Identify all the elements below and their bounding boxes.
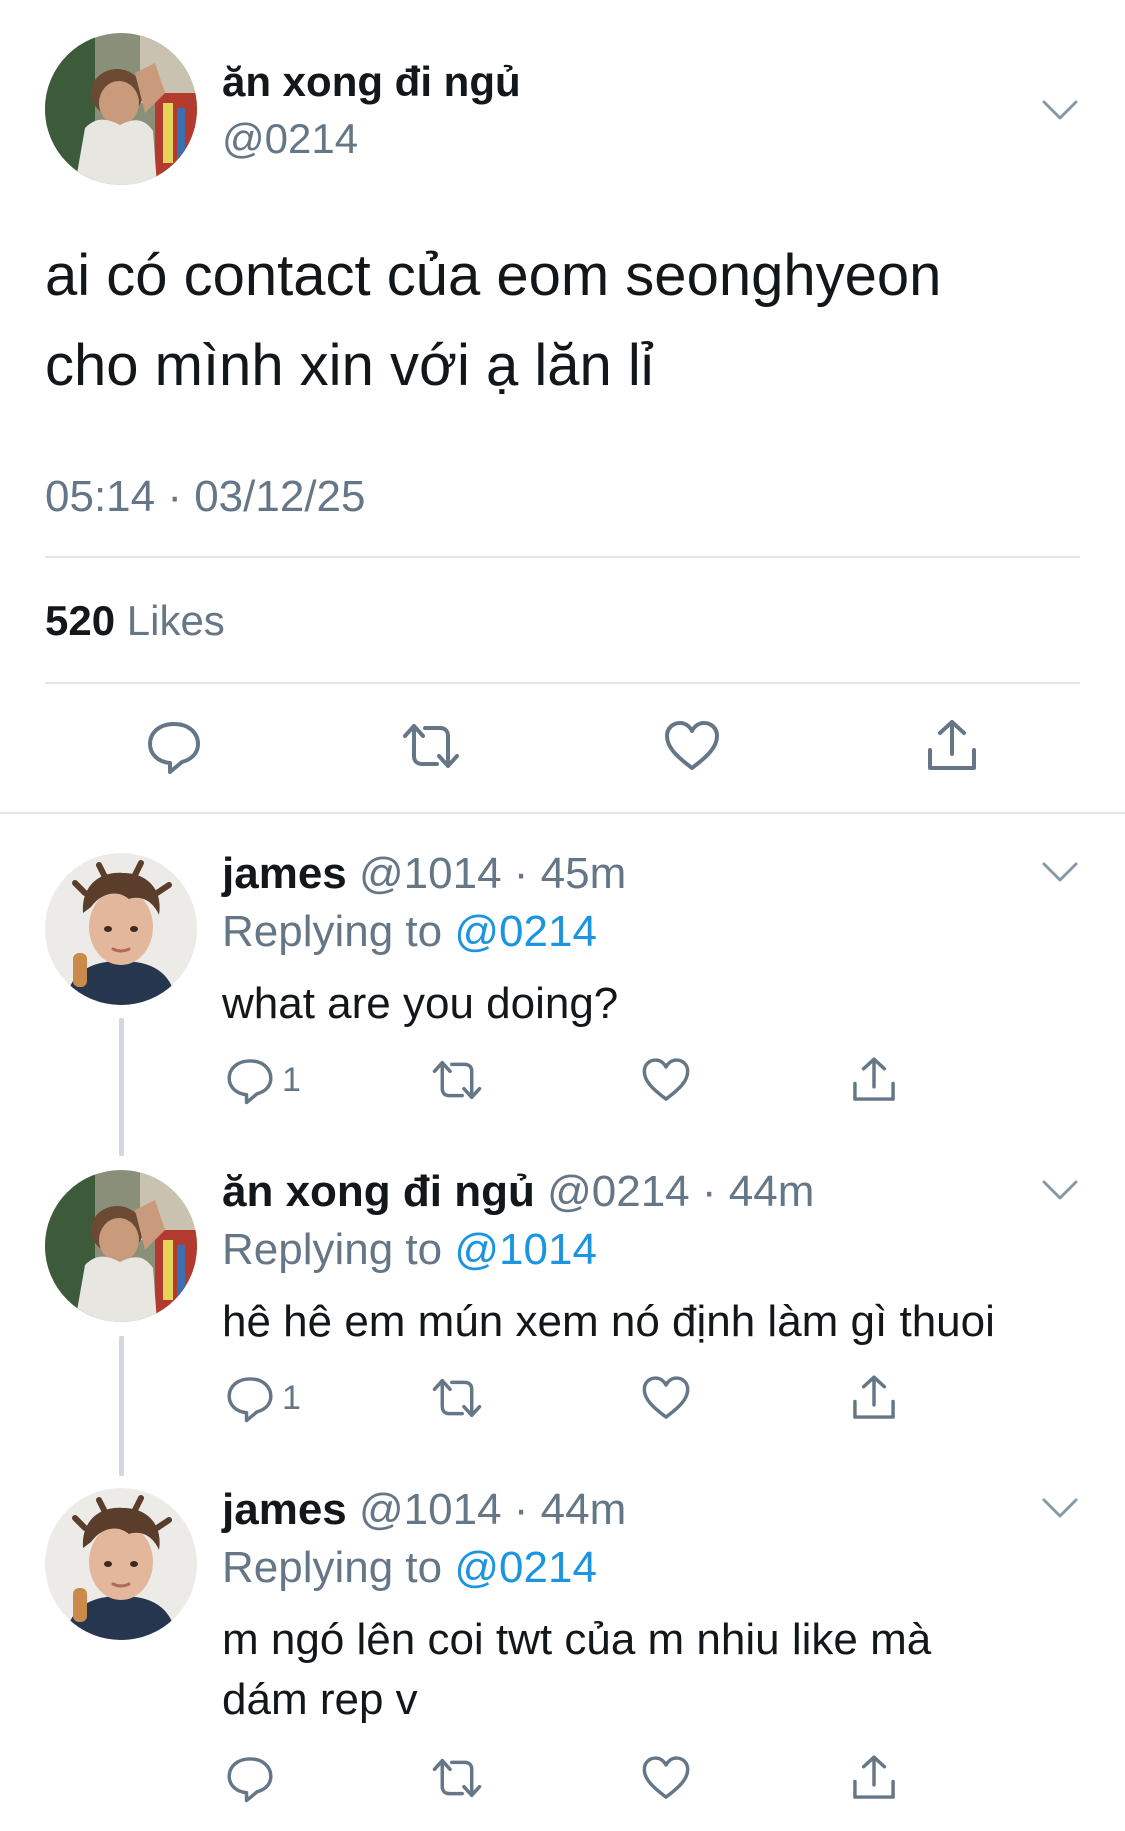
reply-text-line-1: m ngó lên coi twt của m nhiu like mà (222, 1615, 932, 1664)
main-tweet-timestamp[interactable]: 05:14 · 03/12/25 (45, 470, 365, 524)
thread-line (119, 1018, 124, 1156)
replying-to: Replying to @1014 (222, 1222, 597, 1278)
chevron-down-icon[interactable] (1040, 1494, 1080, 1522)
reply-count: 1 (282, 1060, 301, 1099)
divider (45, 682, 1080, 684)
replying-to-link[interactable]: @0214 (454, 1543, 597, 1592)
main-tweet-display-name[interactable]: ăn xong đi ngủ (222, 56, 521, 108)
chevron-down-icon[interactable] (1040, 858, 1080, 886)
main-retweet-button[interactable] (398, 716, 464, 776)
share-icon (922, 716, 982, 776)
heart-icon (640, 1752, 692, 1804)
retweet-icon (428, 1372, 486, 1424)
likes-stat[interactable]: 520 Likes (45, 595, 225, 647)
reply-avatar[interactable] (45, 853, 197, 1005)
retweet-icon (428, 1054, 486, 1106)
reply-header: ăn xong đi ngủ @0214 · 44m (222, 1164, 814, 1220)
replying-label: Replying to (222, 1543, 443, 1592)
reply-button[interactable]: 1 (224, 1372, 301, 1424)
likes-count: 520 (45, 597, 116, 644)
reply-icon (144, 716, 204, 776)
replying-to-link[interactable]: @1014 (454, 1225, 597, 1274)
avatar-image (45, 1488, 197, 1640)
reply-text: hê hê em mún xem nó định làm gì thuoi (222, 1297, 995, 1346)
like-button[interactable] (640, 1054, 692, 1106)
reply-time: · 45m (513, 849, 627, 898)
avatar-image (45, 853, 197, 1005)
replying-to: Replying to @0214 (222, 904, 597, 960)
reply-handle[interactable]: @1014 (359, 849, 502, 898)
reply-icon (224, 1054, 276, 1106)
heart-icon (640, 1372, 692, 1424)
reply-header: james @1014 · 45m (222, 846, 626, 902)
reply-text: what are you doing? (222, 979, 619, 1028)
reply-display-name[interactable]: james (222, 1485, 347, 1534)
replying-to: Replying to @0214 (222, 1540, 597, 1596)
reply-time: · 44m (513, 1485, 627, 1534)
share-icon (848, 1372, 900, 1424)
heart-icon (640, 1054, 692, 1106)
main-share-button[interactable] (922, 716, 982, 776)
main-tweet-handle[interactable]: @0214 (222, 113, 358, 165)
replying-to-link[interactable]: @0214 (454, 907, 597, 956)
reply-count: 1 (282, 1378, 301, 1417)
reply-avatar[interactable] (45, 1170, 197, 1322)
reply-handle[interactable]: @0214 (547, 1167, 690, 1216)
likes-label: Likes (126, 597, 225, 644)
replying-label: Replying to (222, 1225, 443, 1274)
retweet-button[interactable] (428, 1752, 486, 1804)
share-button[interactable] (848, 1752, 900, 1804)
chevron-down-icon[interactable] (1040, 1176, 1080, 1204)
share-button[interactable] (848, 1372, 900, 1424)
main-tweet-text-line-2: cho mình xin với ạ lăn lỉ (45, 333, 654, 398)
thread-line (119, 1336, 124, 1476)
chevron-down-icon[interactable] (1040, 96, 1080, 124)
share-icon (848, 1752, 900, 1804)
reply-display-name[interactable]: james (222, 849, 347, 898)
reply-button[interactable]: 1 (224, 1054, 301, 1106)
reply-header: james @1014 · 44m (222, 1482, 626, 1538)
main-tweet-text-line-1: ai có contact của eom seonghyeon (45, 243, 942, 308)
like-button[interactable] (640, 1372, 692, 1424)
heart-icon (662, 716, 722, 776)
retweet-icon (398, 716, 464, 776)
avatar-image (45, 33, 197, 185)
share-icon (848, 1054, 900, 1106)
share-button[interactable] (848, 1054, 900, 1106)
divider (45, 556, 1080, 558)
reply-button[interactable] (224, 1752, 282, 1804)
reply-icon (224, 1752, 276, 1804)
retweet-button[interactable] (428, 1054, 486, 1106)
reply-time: · 44m (701, 1167, 815, 1216)
avatar-image (45, 1170, 197, 1322)
retweet-icon (428, 1752, 486, 1804)
main-tweet-avatar[interactable] (45, 33, 197, 185)
divider (0, 812, 1125, 814)
replying-label: Replying to (222, 907, 443, 956)
like-button[interactable] (640, 1752, 692, 1804)
reply-icon (224, 1372, 276, 1424)
reply-display-name[interactable]: ăn xong đi ngủ (222, 1167, 535, 1216)
main-reply-button[interactable] (144, 716, 204, 776)
reply-handle[interactable]: @1014 (359, 1485, 502, 1534)
reply-avatar[interactable] (45, 1488, 197, 1640)
retweet-button[interactable] (428, 1372, 486, 1424)
reply-text-line-2: dám rep v (222, 1675, 418, 1724)
main-like-button[interactable] (662, 716, 722, 776)
